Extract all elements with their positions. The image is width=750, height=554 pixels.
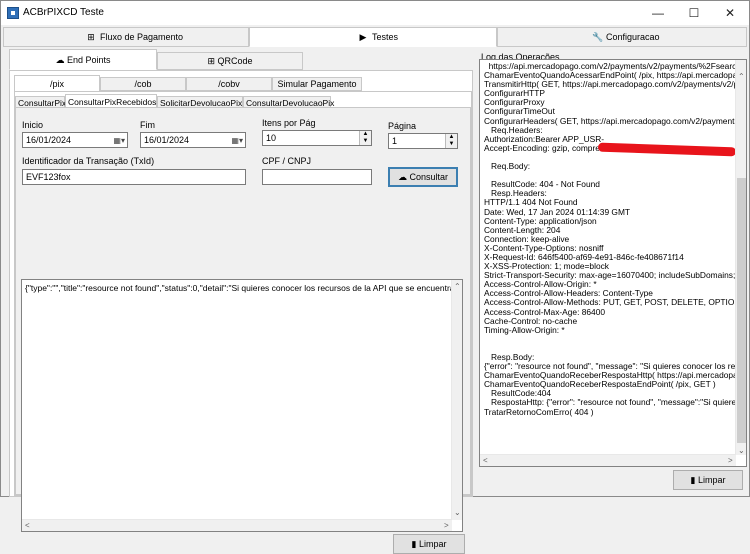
cpf-cnpj-input[interactable]: [262, 169, 372, 185]
tab-cob[interactable]: /cob: [100, 77, 186, 91]
title-bar: ACBrPIXCD Teste — ☐ ✕: [1, 1, 749, 25]
calendar-icon: ▦▾: [113, 136, 125, 145]
log-horizontal-scrollbar[interactable]: < >: [480, 454, 736, 466]
scroll-left-icon[interactable]: <: [483, 456, 488, 465]
scroll-left-icon[interactable]: <: [25, 521, 30, 530]
log-line: TratarRetornoComErro( 404 ): [484, 406, 594, 417]
log-line: Req.Body:: [484, 161, 531, 172]
inicio-value: 16/01/2024: [26, 135, 72, 145]
response-memo[interactable]: {"type":"","title":"resource not found",…: [21, 279, 463, 532]
tab-configuracao[interactable]: 🔧 Configuracao: [497, 27, 747, 47]
tab-label: Configuracao: [606, 32, 660, 42]
response-text: {"type":"","title":"resource not found",…: [25, 283, 463, 293]
cpf-cnpj-label: CPF / CNPJ: [262, 156, 312, 166]
inicio-label: Inicio: [22, 120, 44, 130]
cloud-icon: ☁: [55, 55, 65, 65]
limpar-label: Limpar: [697, 475, 726, 485]
app-window: ACBrPIXCD Teste — ☐ ✕ ⊞ Fluxo de Pagament…: [0, 0, 750, 554]
log-line: Timing-Allow-Origin: *: [484, 324, 565, 335]
log-memo[interactable]: https://api.mercadopago.com/v2/payments/…: [479, 59, 747, 467]
tab-cobv[interactable]: /cobv: [186, 77, 272, 91]
endpoints-panel: /pix /cob /cobv Simular Pagamento Consul…: [9, 70, 473, 554]
log-text: https://api.mercadopago.com/v2/payments/…: [484, 61, 746, 417]
limpar-response-button[interactable]: ▮ Limpar: [393, 534, 465, 554]
app-icon: [7, 7, 19, 19]
fim-value: 16/01/2024: [144, 135, 190, 145]
response-horizontal-scrollbar[interactable]: < >: [22, 519, 452, 531]
response-vertical-scrollbar[interactable]: ⌃ ⌄: [451, 280, 462, 520]
spin-arrows-icon[interactable]: ▲ ▼: [359, 131, 371, 145]
limpar-log-button[interactable]: ▮ Limpar: [673, 470, 743, 490]
pagina-value: 1: [392, 136, 398, 146]
scroll-down-icon[interactable]: ⌄: [738, 446, 745, 455]
grid-icon: ⊞: [87, 32, 95, 42]
qrcode-icon: ⊞: [207, 56, 215, 66]
scroll-down-icon[interactable]: ⌄: [454, 508, 461, 517]
inicio-date-picker[interactable]: 16/01/2024 ▦▾: [22, 132, 128, 148]
maximize-button[interactable]: ☐: [677, 1, 711, 25]
calendar-icon: ▦▾: [231, 136, 243, 145]
tab-testes[interactable]: ▶ Testes: [249, 27, 497, 47]
scroll-right-icon[interactable]: >: [444, 521, 449, 530]
left-pane: ☁ End Points ⊞ QRCode /pix /cob /cobv Si…: [3, 49, 473, 554]
eraser-icon: ▮: [411, 539, 417, 549]
minimize-button[interactable]: —: [641, 1, 675, 25]
itens-por-pag-label: Itens por Pág: [262, 118, 316, 128]
cloud-icon: ☁: [397, 172, 407, 182]
fim-date-picker[interactable]: 16/01/2024 ▦▾: [140, 132, 246, 148]
tab-fluxo-de-pagamento[interactable]: ⊞ Fluxo de Pagamento: [3, 27, 249, 47]
tab-label: Testes: [372, 32, 399, 42]
wrench-icon: 🔧: [592, 32, 604, 42]
eraser-icon: ▮: [690, 475, 696, 485]
fim-label: Fim: [140, 120, 155, 130]
tab-simular-pagamento[interactable]: Simular Pagamento: [272, 77, 362, 91]
pix-panel: ConsultarPix ConsultarPixRecebidos Solic…: [14, 91, 472, 554]
txid-label: Identificador da Transação (TxId): [22, 156, 155, 166]
tab-qrcode[interactable]: ⊞ QRCode: [157, 52, 303, 70]
tab-label: Fluxo de Pagamento: [100, 32, 184, 42]
main-tab-bar: ⊞ Fluxo de Pagamento ▶ Testes 🔧 Configuraca…: [1, 27, 749, 47]
txid-value: EVF123fox: [26, 172, 71, 182]
scroll-right-icon[interactable]: >: [728, 456, 733, 465]
consultar-button[interactable]: ☁ Consultar: [388, 167, 458, 187]
close-button[interactable]: ✕: [713, 1, 747, 25]
scroll-up-icon[interactable]: ⌃: [454, 282, 461, 291]
tab-label: QRCode: [217, 56, 253, 66]
tab-label: End Points: [66, 55, 111, 65]
play-icon: ▶: [359, 32, 367, 42]
itens-value: 10: [266, 133, 277, 143]
pagina-stepper[interactable]: 1 ▲ ▼: [388, 133, 458, 149]
consultar-label: Consultar: [409, 172, 449, 182]
pagina-label: Página: [388, 121, 417, 131]
txid-input[interactable]: EVF123fox: [22, 169, 246, 185]
limpar-label: Limpar: [418, 539, 447, 549]
window-title: ACBrPIXCD Teste: [23, 7, 104, 18]
log-pane: Log das Operações https://api.mercadopag…: [477, 49, 749, 497]
tab-end-points[interactable]: ☁ End Points: [9, 49, 157, 70]
log-vertical-scrollbar[interactable]: ⌃ ⌄: [735, 60, 746, 455]
scroll-up-icon[interactable]: ⌃: [738, 72, 745, 81]
tab-pix[interactable]: /pix: [14, 75, 100, 92]
log-scroll-thumb[interactable]: [737, 178, 746, 443]
itens-por-pag-stepper[interactable]: 10 ▲ ▼: [262, 130, 372, 146]
spin-arrows-icon[interactable]: ▲ ▼: [445, 134, 457, 148]
